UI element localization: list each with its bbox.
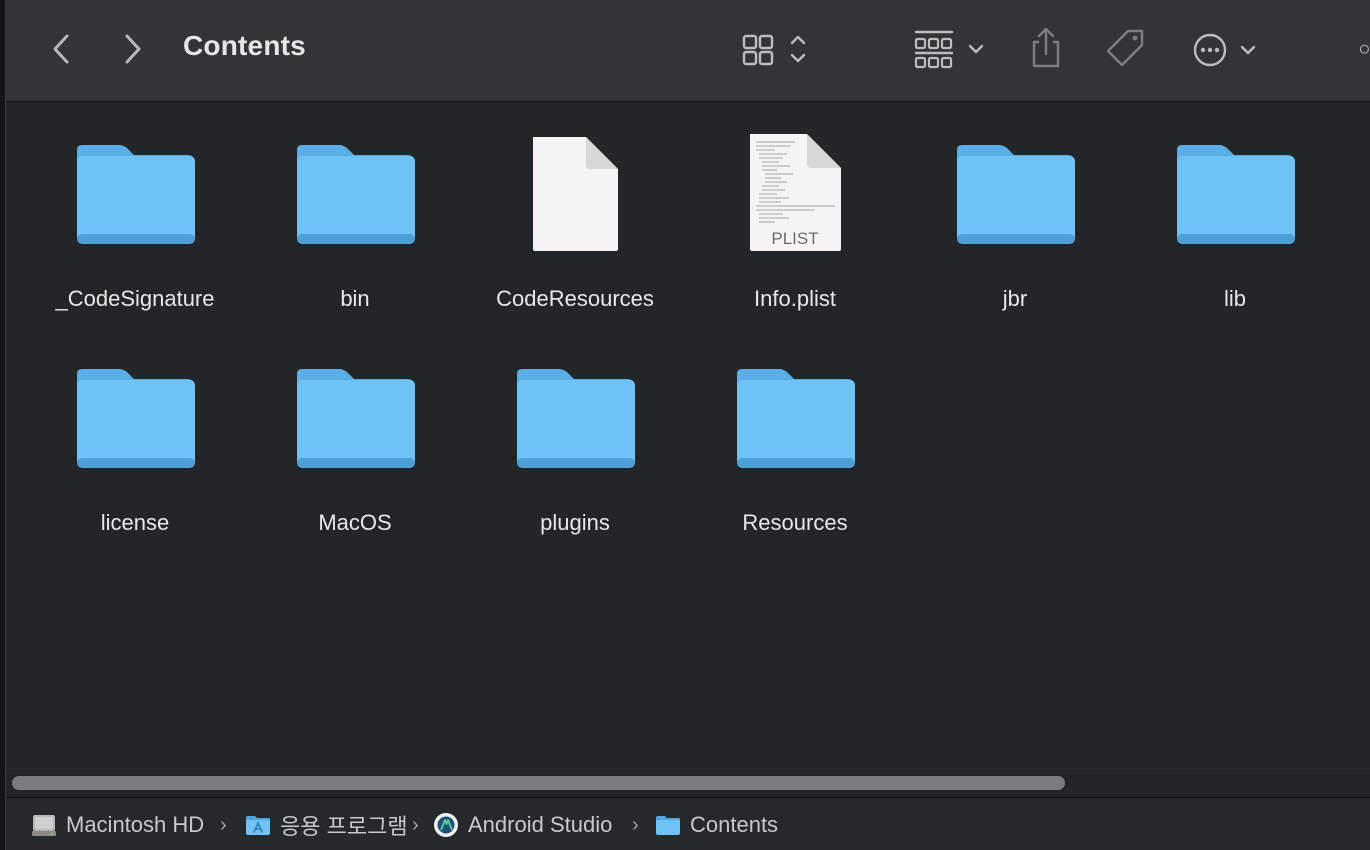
document-item[interactable]: CodeResources [475, 118, 675, 318]
back-button[interactable] [46, 32, 76, 66]
crumb-label: Contents [690, 812, 779, 837]
folder-icon [475, 342, 675, 492]
item-label: license [100, 510, 170, 535]
item-label: _CodeSignature [55, 286, 215, 311]
path-crumb-applications[interactable]: 응용 프로그램 [244, 812, 408, 839]
android-studio-app-icon [432, 811, 460, 839]
crumb-label: Macintosh HD [66, 812, 205, 837]
folder-icon [695, 342, 895, 492]
forward-button[interactable] [118, 32, 148, 66]
group-by-button[interactable] [910, 28, 994, 70]
folder-item[interactable]: MacOS [255, 342, 455, 542]
chevron-right-icon: › [412, 813, 419, 836]
folder-icon [255, 342, 455, 492]
chevron-left-icon [53, 34, 69, 64]
folder-icon [35, 342, 235, 492]
item-label: lib [1223, 286, 1246, 311]
item-label: CodeResources [496, 286, 654, 311]
folder-item[interactable]: jbr [915, 118, 1115, 318]
item-label: plugins [540, 510, 610, 535]
more-actions-button[interactable] [1190, 28, 1274, 72]
item-label: bin [340, 286, 370, 311]
tag-button[interactable] [1104, 27, 1148, 71]
ellipsis-circle-icon [1193, 33, 1256, 67]
window-title: Contents [183, 30, 306, 61]
search-button[interactable] [1358, 30, 1370, 70]
item-label: jbr [1002, 286, 1028, 311]
scrollbar-thumb[interactable] [12, 776, 1065, 790]
folder-icon [654, 813, 682, 837]
toolbar: Contents [6, 0, 1370, 102]
share-button[interactable] [1026, 26, 1066, 70]
group-by-icon [914, 30, 984, 69]
folder-icon [255, 118, 455, 268]
folder-icon [915, 118, 1115, 268]
path-crumb-contents[interactable]: Contents [654, 812, 778, 838]
search-icon [1359, 44, 1369, 54]
chevron-right-icon: › [220, 813, 227, 836]
folder-item[interactable]: _CodeSignature [35, 118, 235, 318]
folder-item[interactable]: bin [255, 118, 455, 318]
applications-folder-icon [244, 813, 272, 837]
folder-item[interactable]: Resources [695, 342, 895, 542]
file-grid: _CodeSignature bin CodeResources PLIST I… [6, 102, 1370, 768]
document-icon [475, 118, 675, 268]
folder-icon [1135, 118, 1335, 268]
folder-item[interactable]: lib [1135, 118, 1335, 318]
path-crumb-android-studio[interactable]: Android Studio [432, 812, 612, 838]
chevron-right-icon: › [632, 813, 639, 836]
path-bar: Macintosh HD › 응용 프로그램 › Android Studio … [6, 798, 1370, 850]
item-label: Info.plist [754, 286, 836, 311]
chevron-right-icon [125, 34, 141, 64]
folder-item[interactable]: license [35, 342, 235, 542]
finder-window: Contents _CodeSignature bin CodeResource… [0, 0, 1370, 850]
folder-icon [35, 118, 235, 268]
item-label: MacOS [318, 510, 392, 535]
crumb-label: Android Studio [468, 812, 613, 837]
hard-drive-icon [30, 812, 58, 838]
path-crumb-macintosh-hd[interactable]: Macintosh HD [30, 812, 204, 838]
crumb-label: 응용 프로그램 [280, 814, 408, 839]
tag-icon [1106, 29, 1144, 67]
plist-badge: PLIST [771, 229, 818, 248]
share-icon [1032, 27, 1060, 68]
view-mode-button[interactable] [736, 30, 816, 70]
item-label: Resources [742, 510, 848, 535]
grid-view-icon [742, 34, 806, 66]
horizontal-scrollbar[interactable] [6, 768, 1370, 798]
folder-item[interactable]: plugins [475, 342, 675, 542]
plist-item[interactable]: PLIST Info.plist [695, 118, 895, 318]
plist-document-icon: PLIST [695, 118, 895, 268]
